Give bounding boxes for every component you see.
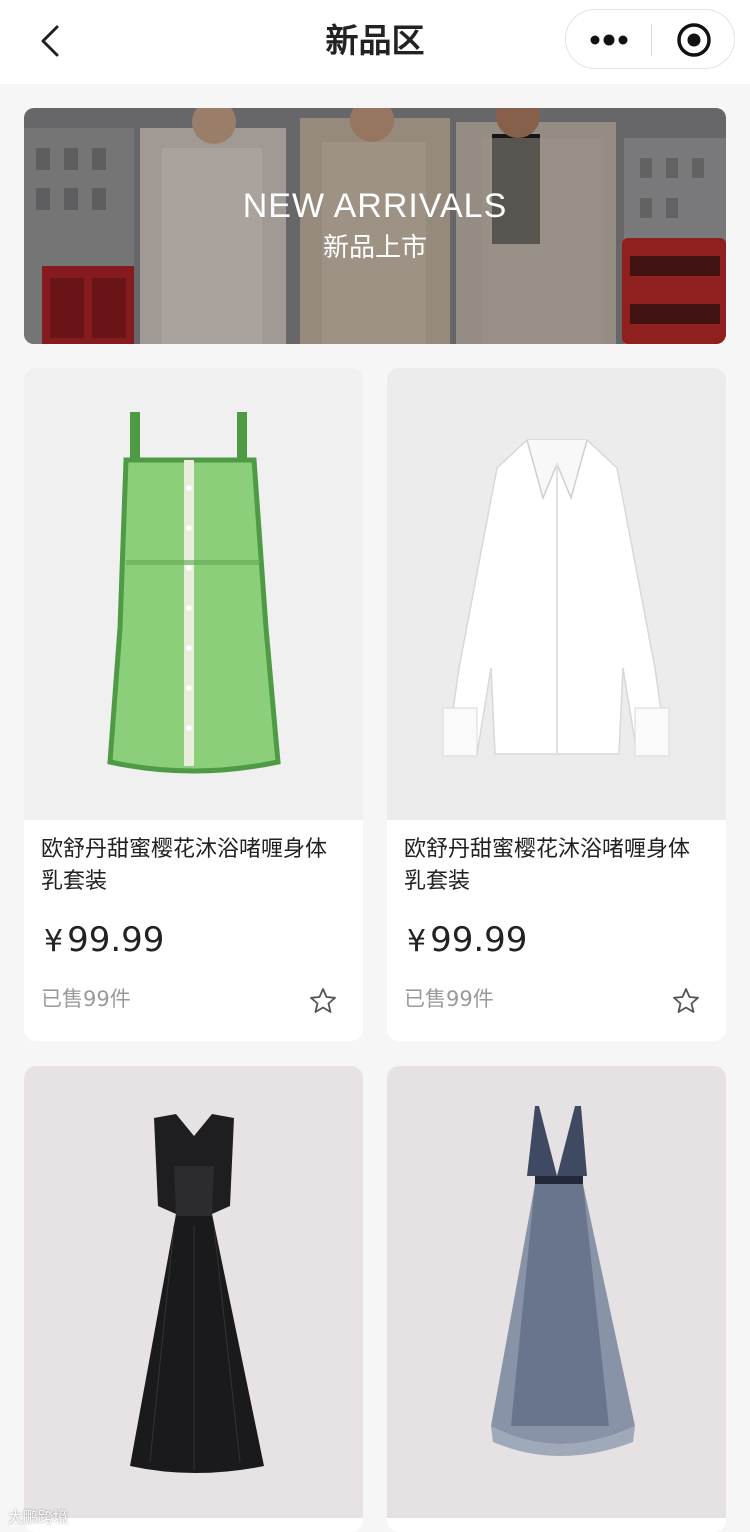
product-image-navy-tulle-gown [387,1066,726,1518]
currency-symbol: ¥ [407,924,427,959]
banner-title: NEW ARRIVALS [242,187,508,225]
sold-count: 已售99件 [41,987,131,1011]
sold-count: 已售99件 [404,987,494,1011]
mini-program-capsule [565,9,735,69]
target-circle-icon [677,23,711,57]
product-image-black-gown [24,1066,363,1518]
product-card[interactable]: 欧舒丹甜蜜樱花沐浴啫喱身体乳套装 ¥99.99 已售99件 [24,368,363,1041]
product-name: 欧舒丹甜蜜樱花沐浴啫喱身体乳套装 [404,837,691,894]
new-arrivals-banner[interactable]: NEW ARRIVALS 新品上市 [24,108,726,344]
more-dots-icon [590,34,628,46]
product-card[interactable] [24,1066,363,1532]
watermark-text: 大鹏跨境 [8,1508,69,1526]
product-image-white-shirt [387,368,726,820]
product-card[interactable] [387,1066,726,1532]
banner-subtitle: 新品上市 [322,233,427,263]
product-name: 欧舒丹甜蜜樱花沐浴啫喱身体乳套装 [41,837,328,894]
price-value: 99.99 [67,920,165,960]
price-value: 99.99 [430,920,528,960]
currency-symbol: ¥ [44,924,64,959]
star-icon[interactable] [671,986,701,1016]
star-icon[interactable] [308,986,338,1016]
more-button[interactable] [566,10,652,70]
top-navbar: 新品区 [0,0,750,84]
product-image-green-tweed-dress [24,368,363,820]
product-price: ¥99.99 [44,918,164,964]
close-mini-program-button[interactable] [652,10,736,70]
banner-text: NEW ARRIVALS 新品上市 [24,186,726,266]
product-price: ¥99.99 [407,918,527,964]
product-card[interactable]: 欧舒丹甜蜜樱花沐浴啫喱身体乳套装 ¥99.99 已售99件 [387,368,726,1041]
